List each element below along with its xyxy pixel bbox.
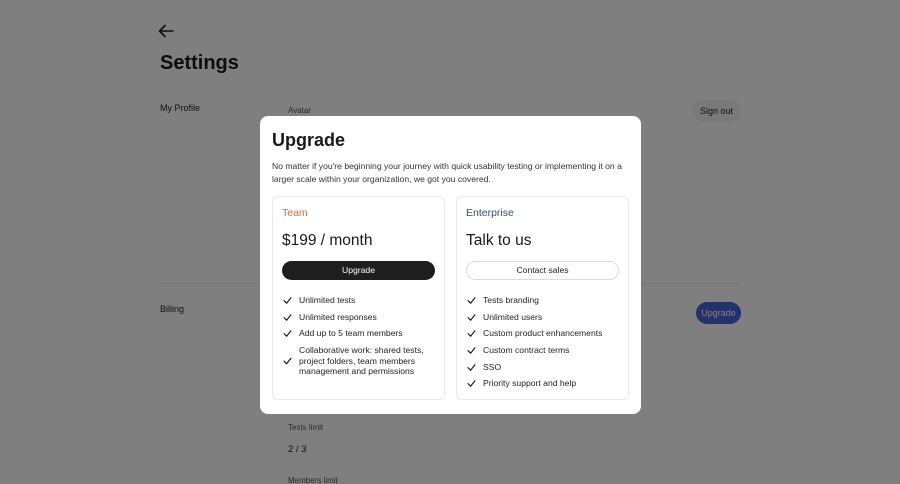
feature-text: Unlimited tests <box>299 295 356 305</box>
team-upgrade-button[interactable]: Upgrade <box>282 261 435 280</box>
check-icon <box>283 357 292 365</box>
feature-item: Collaborative work: shared tests, projec… <box>282 345 438 377</box>
modal-description: No matter if you're beginning your journ… <box>272 161 622 184</box>
check-icon <box>467 330 476 338</box>
feature-text: Tests branding <box>483 295 539 305</box>
feature-text: Unlimited responses <box>299 311 377 322</box>
feature-item: Tests branding <box>466 295 622 306</box>
check-icon <box>283 297 292 304</box>
feature-text: SSO <box>483 361 502 372</box>
check-icon <box>467 380 476 388</box>
feature-item: Unlimited tests <box>282 295 438 306</box>
check-icon <box>283 330 292 338</box>
check-icon <box>467 313 476 321</box>
feature-text: Unlimited users <box>483 311 543 322</box>
feature-item: Unlimited users <box>466 312 622 323</box>
feature-list: Tests branding Unlimited users Custom pr… <box>466 295 622 395</box>
upgrade-modal: Upgrade No matter if you're beginning yo… <box>260 116 641 414</box>
feature-text: Custom product enhancements <box>483 328 603 339</box>
feature-text: Custom contract terms <box>483 345 570 356</box>
plan-name: Team <box>282 207 308 219</box>
feature-item: Add up to 5 team members <box>282 328 438 339</box>
feature-item: SSO <box>466 362 622 373</box>
plan-card-enterprise: Enterprise Talk to us Contact sales Test… <box>456 196 629 400</box>
plan-name: Enterprise <box>466 207 514 219</box>
feature-text: Collaborative work: shared tests, projec… <box>299 345 424 377</box>
plan-card-team: Team $199 / month Upgrade Unlimited test… <box>272 196 445 400</box>
feature-text: Priority support and help <box>483 378 577 389</box>
feature-item: Custom contract terms <box>466 345 622 356</box>
plan-price: $199 / month <box>282 232 373 249</box>
check-icon <box>467 347 476 354</box>
check-icon <box>283 313 292 321</box>
feature-list: Unlimited tests Unlimited responses Add … <box>282 295 438 383</box>
modal-title: Upgrade <box>272 130 346 150</box>
feature-item: Priority support and help <box>466 378 622 389</box>
contact-sales-button[interactable]: Contact sales <box>466 261 619 280</box>
feature-item: Unlimited responses <box>282 312 438 323</box>
feature-text: Add up to 5 team members <box>299 328 403 339</box>
feature-item: Custom product enhancements <box>466 328 622 339</box>
plan-price: Talk to us <box>466 232 532 249</box>
check-icon <box>467 297 476 304</box>
check-icon <box>467 363 476 371</box>
